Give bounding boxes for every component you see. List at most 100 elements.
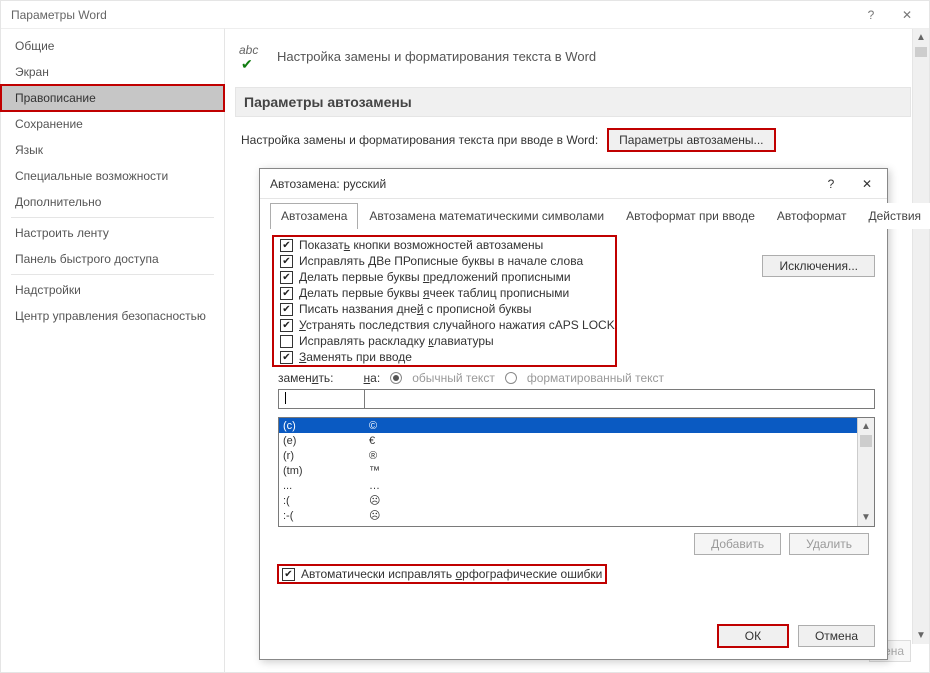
help-button[interactable]: ? bbox=[853, 1, 889, 28]
close-icon: ✕ bbox=[902, 8, 912, 22]
checkbox[interactable]: ✔ bbox=[280, 287, 293, 300]
check-caps-lock[interactable]: ✔ Устранять последствия случайного нажат… bbox=[274, 317, 615, 333]
check-keyboard-layout[interactable]: Исправлять раскладку клавиатуры bbox=[274, 333, 615, 349]
tab-math-autocorrect[interactable]: Автозамена математическими символами bbox=[358, 203, 615, 229]
proofing-header-row: abc ✔ Настройка замены и форматирования … bbox=[239, 43, 911, 71]
scroll-down-icon[interactable]: ▼ bbox=[913, 627, 929, 644]
check-label: Заменять при вводе bbox=[299, 350, 412, 364]
radio-plain-text-label: обычный текст bbox=[412, 371, 495, 385]
scrollbar-thumb[interactable] bbox=[915, 47, 927, 57]
auto-spellcheck-label: Автоматически исправлять орфографические… bbox=[301, 567, 602, 581]
sidebar-item-qat[interactable]: Панель быстрого доступа bbox=[1, 246, 224, 272]
outer-titlebar: Параметры Word ? ✕ bbox=[1, 1, 929, 28]
checkbox[interactable]: ✔ bbox=[280, 319, 293, 332]
scroll-up-icon[interactable]: ▲ bbox=[913, 29, 929, 46]
checkbox[interactable] bbox=[280, 335, 293, 348]
check-replace-as-you-type[interactable]: ✔ Заменять при вводе bbox=[274, 349, 615, 365]
table-row[interactable]: (c)© bbox=[279, 418, 857, 433]
ok-button[interactable]: ОК bbox=[718, 625, 788, 647]
add-button[interactable]: Добавить bbox=[694, 533, 781, 555]
checks-highlight-column: ✔ Показать кнопки возможностей автозамен… bbox=[272, 235, 617, 367]
close-button[interactable]: ✕ bbox=[889, 1, 925, 28]
sidebar-item-trust-center[interactable]: Центр управления безопасностью bbox=[1, 303, 224, 329]
checkbox[interactable]: ✔ bbox=[280, 239, 293, 252]
checkbox[interactable]: ✔ bbox=[282, 568, 295, 581]
sidebar-item-save[interactable]: Сохранение bbox=[1, 111, 224, 137]
check-label: Показать кнопки возможностей автозамены bbox=[299, 238, 543, 252]
sidebar-divider bbox=[11, 274, 214, 275]
check-show-autocorrect-buttons[interactable]: ✔ Показать кнопки возможностей автозамен… bbox=[274, 237, 615, 253]
autocorrect-subtext: Настройка замены и форматирования текста… bbox=[241, 133, 598, 147]
check-capitalize-days[interactable]: ✔ Писать названия дней с прописной буквы bbox=[274, 301, 615, 317]
autocorrect-heading: Параметры автозамены bbox=[235, 87, 911, 117]
dialog-titlebar: Автозамена: русский ? ✕ bbox=[260, 169, 887, 199]
sidebar-item-advanced[interactable]: Дополнительно bbox=[1, 189, 224, 215]
dialog-body: ✔ Показать кнопки возможностей автозамен… bbox=[260, 229, 887, 615]
table-row[interactable]: :(☹ bbox=[279, 493, 857, 508]
table-row[interactable]: (tm)™ bbox=[279, 463, 857, 478]
replace-input[interactable] bbox=[278, 389, 364, 409]
cancel-button[interactable]: Отмена bbox=[798, 625, 875, 647]
radio-plain-text[interactable] bbox=[390, 372, 402, 384]
dialog-footer: ОК Отмена bbox=[260, 615, 887, 659]
check-label: Исправлять раскладку клавиатуры bbox=[299, 334, 494, 348]
check-capitalize-table-cells[interactable]: ✔ Делать первые буквы ячеек таблиц пропи… bbox=[274, 285, 615, 301]
text-caret bbox=[285, 392, 286, 404]
scroll-up-icon[interactable]: ▲ bbox=[858, 418, 874, 435]
checks-area: ✔ Показать кнопки возможностей автозамен… bbox=[272, 235, 875, 367]
sidebar-item-addins[interactable]: Надстройки bbox=[1, 277, 224, 303]
check-capitalize-sentences[interactable]: ✔ Делать первые буквы предложений пропис… bbox=[274, 269, 615, 285]
check-label: Делать первые буквы предложений прописны… bbox=[299, 270, 571, 284]
replace-with-row: заменить: на: обычный текст форматирован… bbox=[278, 371, 875, 385]
checkbox[interactable]: ✔ bbox=[280, 271, 293, 284]
replace-table-rows[interactable]: (c)© (e)€ (r)® (tm)™ ...… :(☹ :-(☹ bbox=[279, 418, 857, 526]
scrollbar-thumb[interactable] bbox=[860, 435, 872, 447]
with-input[interactable] bbox=[364, 389, 875, 409]
sidebar-item-display[interactable]: Экран bbox=[1, 59, 224, 85]
sidebar-item-customize-ribbon[interactable]: Настроить ленту bbox=[1, 220, 224, 246]
auto-spellcheck-row[interactable]: ✔ Автоматически исправлять орфографическ… bbox=[278, 565, 606, 583]
radio-formatted-text[interactable] bbox=[505, 372, 517, 384]
close-icon: ✕ bbox=[862, 177, 872, 191]
table-row[interactable]: :-(☹ bbox=[279, 508, 857, 523]
autocorrect-options-button[interactable]: Параметры автозамены... bbox=[608, 129, 774, 151]
help-icon: ? bbox=[828, 177, 835, 191]
replace-inputs-row bbox=[278, 389, 875, 409]
table-scrollbar[interactable]: ▲ ▼ bbox=[857, 418, 874, 526]
check-label: Устранять последствия случайного нажатия… bbox=[299, 318, 615, 332]
table-row[interactable]: (e)€ bbox=[279, 433, 857, 448]
sidebar: Общие Экран Правописание Сохранение Язык… bbox=[1, 28, 225, 672]
exceptions-button[interactable]: Исключения... bbox=[762, 255, 875, 277]
table-row[interactable]: ...… bbox=[279, 478, 857, 493]
sidebar-divider bbox=[11, 217, 214, 218]
tab-autoformat[interactable]: Автоформат bbox=[766, 203, 858, 229]
replace-label: заменить: bbox=[278, 371, 334, 385]
checkbox[interactable]: ✔ bbox=[280, 303, 293, 316]
check-icon: ✔ bbox=[241, 56, 253, 73]
radio-formatted-text-label: форматированный текст bbox=[527, 371, 664, 385]
check-label: Писать названия дней с прописной буквы bbox=[299, 302, 532, 316]
proofing-icon: abc ✔ bbox=[239, 43, 267, 71]
tab-autocorrect[interactable]: Автозамена bbox=[270, 203, 358, 229]
sidebar-item-language[interactable]: Язык bbox=[1, 137, 224, 163]
delete-button[interactable]: Удалить bbox=[789, 533, 869, 555]
sidebar-item-general[interactable]: Общие bbox=[1, 33, 224, 59]
sidebar-item-proofing[interactable]: Правописание bbox=[1, 85, 224, 111]
checkbox[interactable]: ✔ bbox=[280, 351, 293, 364]
autocorrect-dialog: Автозамена: русский ? ✕ Автозамена Автоз… bbox=[259, 168, 888, 660]
dialog-close-button[interactable]: ✕ bbox=[849, 170, 885, 198]
replace-table: (c)© (e)€ (r)® (tm)™ ...… :(☹ :-(☹ ▲ ▼ bbox=[278, 417, 875, 527]
check-label: Исправлять ДВе ПРописные буквы в начале … bbox=[299, 254, 583, 268]
abc-label: abc bbox=[239, 43, 258, 57]
proofing-intro: Настройка замены и форматирования текста… bbox=[277, 43, 596, 64]
tab-actions[interactable]: Действия bbox=[857, 203, 930, 229]
check-two-initial-caps[interactable]: ✔ Исправлять ДВе ПРописные буквы в начал… bbox=[274, 253, 615, 269]
dialog-help-button[interactable]: ? bbox=[813, 170, 849, 198]
checkbox[interactable]: ✔ bbox=[280, 255, 293, 268]
table-row[interactable]: (r)® bbox=[279, 448, 857, 463]
help-icon: ? bbox=[868, 8, 875, 22]
tab-autoformat-as-you-type[interactable]: Автоформат при вводе bbox=[615, 203, 766, 229]
content-scrollbar[interactable]: ▲ ▼ bbox=[912, 29, 929, 644]
scroll-down-icon[interactable]: ▼ bbox=[858, 509, 874, 526]
sidebar-item-accessibility[interactable]: Специальные возможности bbox=[1, 163, 224, 189]
